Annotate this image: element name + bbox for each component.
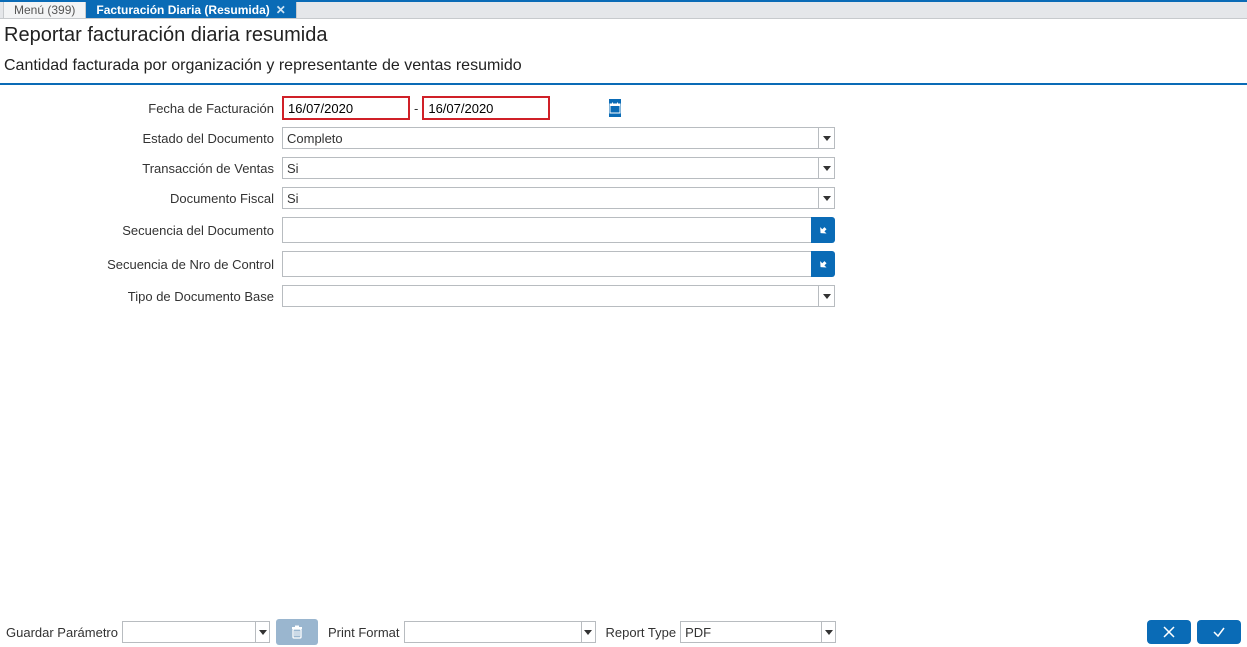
date-separator: - — [410, 101, 422, 116]
lookup-button[interactable] — [811, 251, 835, 277]
transaccion-value: Si — [283, 158, 818, 178]
tab-bar: Menú (399) Facturación Diaria (Resumida)… — [0, 0, 1247, 19]
close-icon[interactable]: ✕ — [276, 3, 286, 17]
trash-icon — [289, 624, 305, 640]
form-area: Fecha de Facturación - Estado del — [0, 85, 1247, 311]
tipo-doc-value — [283, 286, 818, 306]
report-type-select[interactable]: PDF — [680, 621, 836, 643]
row-fecha: Fecha de Facturación - — [4, 93, 1243, 123]
row-secuencia-ctrl: Secuencia de Nro de Control — [4, 247, 1243, 281]
chevron-down-icon — [821, 622, 835, 642]
fiscal-value: Si — [283, 188, 818, 208]
fecha-to-input[interactable] — [424, 98, 608, 118]
label-estado: Estado del Documento — [4, 131, 282, 146]
transaccion-select[interactable]: Si — [282, 157, 835, 179]
secuencia-ctrl-lookup — [282, 251, 835, 277]
chevron-down-icon — [818, 158, 834, 178]
guardar-value — [123, 622, 255, 642]
report-type-value: PDF — [681, 622, 821, 642]
label-secuencia-doc: Secuencia del Documento — [4, 223, 282, 238]
ok-button[interactable] — [1197, 620, 1241, 644]
print-format-select[interactable] — [404, 621, 596, 643]
tipo-doc-select[interactable] — [282, 285, 835, 307]
x-icon — [1160, 624, 1178, 640]
estado-select[interactable]: Completo — [282, 127, 835, 149]
label-fecha: Fecha de Facturación — [4, 101, 282, 116]
tab-menu-label: Menú (399) — [14, 3, 75, 17]
chevron-down-icon — [581, 622, 595, 642]
label-fiscal: Documento Fiscal — [4, 191, 282, 206]
label-tipo-doc: Tipo de Documento Base — [4, 289, 282, 304]
delete-button[interactable] — [276, 619, 318, 645]
label-secuencia-ctrl: Secuencia de Nro de Control — [4, 257, 282, 272]
guardar-select[interactable] — [122, 621, 270, 643]
label-transaccion: Transacción de Ventas — [4, 161, 282, 176]
tab-facturacion-label: Facturación Diaria (Resumida) — [96, 3, 269, 17]
row-estado: Estado del Documento Completo — [4, 123, 1243, 153]
tab-facturacion[interactable]: Facturación Diaria (Resumida) ✕ — [86, 2, 296, 18]
chevron-down-icon — [818, 286, 834, 306]
row-transaccion: Transacción de Ventas Si — [4, 153, 1243, 183]
chevron-down-icon — [818, 188, 834, 208]
label-report-type: Report Type — [606, 625, 677, 640]
secuencia-doc-input[interactable] — [282, 217, 811, 243]
fecha-from-wrap — [282, 96, 410, 120]
secuencia-ctrl-input[interactable] — [282, 251, 811, 277]
chevron-down-icon — [818, 128, 834, 148]
row-tipo-doc: Tipo de Documento Base — [4, 281, 1243, 311]
print-format-value — [405, 622, 581, 642]
bottom-bar: Guardar Parámetro Print Format Report Ty… — [0, 617, 1247, 647]
page-title: Reportar facturación diaria resumida — [4, 24, 1243, 47]
estado-value: Completo — [283, 128, 818, 148]
secuencia-doc-lookup — [282, 217, 835, 243]
lookup-button[interactable] — [811, 217, 835, 243]
chevron-down-icon — [255, 622, 269, 642]
label-guardar: Guardar Parámetro — [6, 625, 118, 640]
page-subtitle: Cantidad facturada por organización y re… — [4, 57, 1243, 75]
row-secuencia-doc: Secuencia del Documento — [4, 213, 1243, 247]
cancel-button[interactable] — [1147, 620, 1191, 644]
main-panel: Reportar facturación diaria resumida Can… — [0, 19, 1247, 617]
fiscal-select[interactable]: Si — [282, 187, 835, 209]
fecha-to-wrap — [422, 96, 550, 120]
row-fiscal: Documento Fiscal Si — [4, 183, 1243, 213]
header-area: Reportar facturación diaria resumida Can… — [0, 19, 1247, 85]
check-icon — [1210, 624, 1228, 640]
tab-menu[interactable]: Menú (399) — [3, 2, 86, 18]
label-print-format: Print Format — [328, 625, 400, 640]
calendar-icon[interactable] — [609, 99, 621, 117]
